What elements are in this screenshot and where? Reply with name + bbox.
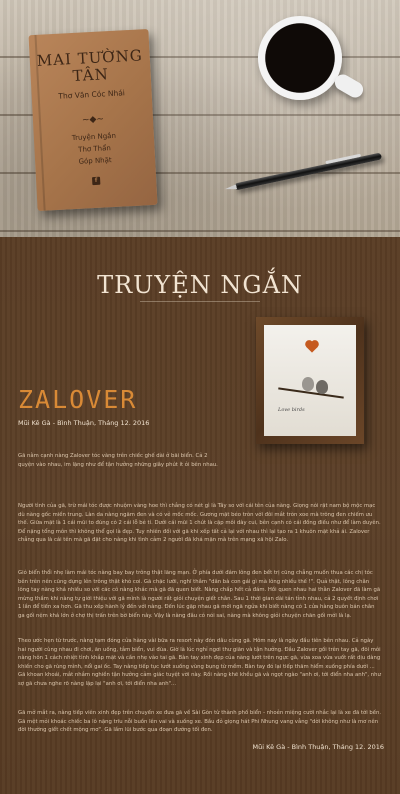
post-paragraph: Người tình của gã, trừ mái tóc được nhuộ…	[18, 503, 381, 544]
post-paragraph: Gã mở mắt ra, nàng tiếp viên xinh đẹp tr…	[18, 710, 382, 734]
post-paragraph: Gió biển thổi nhẹ làm mái tóc nàng bay b…	[18, 570, 381, 619]
section-title-text: TRUYỆN NGẮN	[97, 271, 303, 299]
book-menu: Truyện Ngắn Thơ Thẩn Góp Nhặt	[34, 128, 156, 170]
coffee-cup-image	[258, 16, 366, 101]
post-signature: Mũi Kê Gà - Bình Thuận, Tháng 12. 2016	[252, 743, 384, 751]
heart-icon	[306, 341, 318, 353]
bird-icon	[302, 377, 314, 391]
post-meta: Mũi Kê Gà - Bình Thuận, Tháng 12. 2016	[18, 419, 150, 427]
post-title: ZALOVER	[18, 385, 138, 414]
post-paragraph: Theo ước hẹn từ trước, nàng tạm đóng cửa…	[18, 638, 381, 687]
site-title[interactable]: MAI TƯỜNG TÂN	[29, 46, 151, 87]
hero-banner: MAI TƯỜNG TÂN Thơ Văn Cóc Nhái ~◆~ Truyệ…	[0, 0, 400, 237]
content-area: TRUYỆN NGẮN ZALOVER Mũi Kê Gà - Bình Thu…	[0, 237, 400, 794]
section-heading: TRUYỆN NGẮN	[0, 271, 400, 302]
post-image-frame: Love birds	[256, 317, 364, 444]
site-subtitle: Thơ Văn Cóc Nhái	[58, 88, 126, 101]
image-caption: Love birds	[278, 407, 305, 413]
love-birds-image: Love birds	[264, 325, 356, 436]
section-underline	[140, 301, 260, 302]
post-paragraph: Gã nằm cạnh nàng Zalover tóc vàng trên c…	[18, 453, 218, 468]
bird-icon	[316, 380, 328, 394]
book-cover: MAI TƯỜNG TÂN Thơ Văn Cóc Nhái ~◆~ Truyệ…	[28, 28, 158, 212]
facebook-icon[interactable]: f	[91, 176, 101, 186]
ornament-icon: ~◆~	[81, 114, 105, 126]
